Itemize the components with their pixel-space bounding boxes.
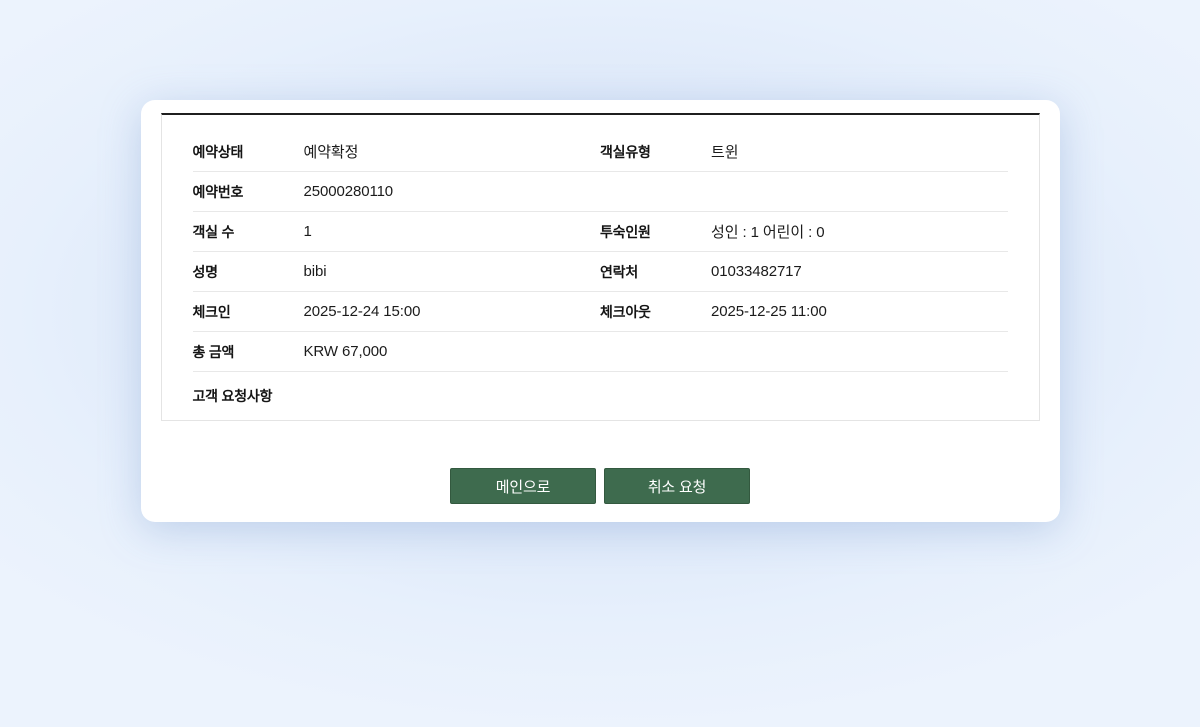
field-value: 01033482717 (711, 263, 802, 280)
field-label: 객실유형 (600, 143, 651, 160)
field-label: 성명 (192, 263, 219, 280)
field-label: 체크인 (192, 303, 231, 320)
field-total-amount: 총 금액 KRW 67,000 (193, 342, 601, 362)
field-value: 트윈 (711, 144, 739, 161)
field-value: bibi (303, 263, 327, 280)
table-row: 고객 요청사항 (193, 372, 1008, 420)
field-value: 1 (303, 223, 312, 240)
field-contact: 연락처 01033482717 (600, 262, 1008, 282)
field-label: 고객 요청사항 (192, 388, 273, 404)
table-row: 성명 bibi 연락처 01033482717 (192, 252, 1008, 292)
field-value: 2025-12-24 15:00 (303, 303, 421, 320)
table-row: 체크인 2025-12-24 15:00 체크아웃 2025-12-25 11:… (192, 292, 1008, 332)
page-background: { "colors": { "background": "#e7f0fc", "… (0, 100, 1200, 727)
field-guest-name: 성명 bibi (193, 262, 601, 282)
field-guest-count: 투숙인원 성인 : 1 어린이 : 0 (600, 221, 1008, 242)
field-label: 객실 수 (192, 223, 235, 240)
field-label: 총 금액 (192, 343, 235, 360)
table-row: 예약번호 25000280110 (192, 172, 1008, 212)
field-label: 체크아웃 (600, 303, 651, 320)
field-value: 예약확정 (303, 144, 359, 161)
field-reservation-number: 예약번호 25000280110 (193, 182, 601, 202)
reservation-card: 예약상태 예약확정 객실유형 트윈 예약번호 25000280110 객실 수 … (140, 100, 1060, 522)
field-label: 예약번호 (192, 183, 244, 200)
field-reservation-status: 예약상태 예약확정 (193, 141, 601, 162)
table-row: 객실 수 1 투숙인원 성인 : 1 어린이 : 0 (192, 212, 1008, 252)
go-to-main-button[interactable]: 메인으로 (450, 468, 596, 504)
field-room-count: 객실 수 1 (193, 222, 601, 242)
field-label: 투숙인원 (600, 223, 651, 240)
field-check-out: 체크아웃 2025-12-25 11:00 (600, 302, 1008, 322)
field-value: 성인 : 1 어린이 : 0 (711, 224, 825, 241)
field-room-type: 객실유형 트윈 (600, 141, 1008, 162)
cancel-request-button[interactable]: 취소 요청 (604, 468, 750, 504)
reservation-details-table: 예약상태 예약확정 객실유형 트윈 예약번호 25000280110 객실 수 … (160, 113, 1040, 421)
field-label: 연락처 (600, 263, 639, 280)
action-buttons: 메인으로 취소 요청 (161, 468, 1040, 504)
field-check-in: 체크인 2025-12-24 15:00 (193, 302, 601, 322)
table-row: 예약상태 예약확정 객실유형 트윈 (192, 132, 1008, 172)
field-customer-requests: 고객 요청사항 (193, 386, 601, 406)
field-value: 2025-12-25 11:00 (711, 303, 827, 320)
field-label: 예약상태 (192, 143, 244, 160)
field-value: KRW 67,000 (303, 343, 388, 360)
table-row: 총 금액 KRW 67,000 (192, 332, 1008, 372)
field-value: 25000280110 (303, 183, 394, 200)
